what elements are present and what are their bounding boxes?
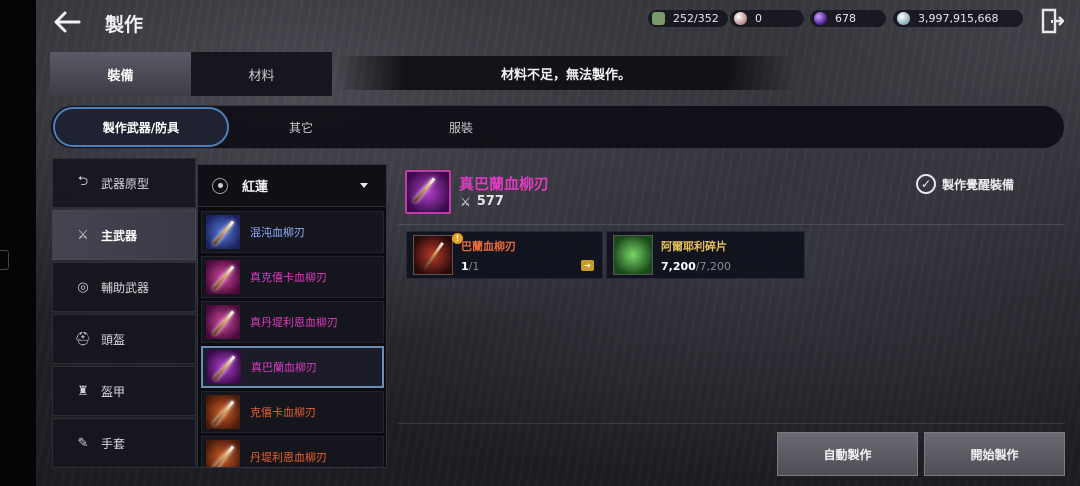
category-prototype[interactable]: ⮌ 武器原型 bbox=[52, 158, 196, 208]
material-thumbnail-icon: ! bbox=[413, 233, 463, 275]
item-name: 真丹堤利恩血柳刃 bbox=[250, 316, 338, 329]
material-name: 巴蘭血柳刃 bbox=[461, 239, 516, 253]
tab-material[interactable]: 材料 bbox=[191, 52, 332, 96]
check-circle-icon: ✓ bbox=[916, 174, 936, 194]
sub-weapon-icon: ◎ bbox=[77, 279, 89, 295]
weapon-thumbnail-icon bbox=[206, 395, 240, 429]
item-name: 真巴蘭血柳刃 bbox=[251, 361, 317, 374]
crystal-value: 678 bbox=[835, 12, 856, 25]
material-need: /1 bbox=[468, 259, 480, 273]
material-slot[interactable]: ! 巴蘭血柳刃 1/1 ➜ bbox=[406, 231, 603, 279]
list-item[interactable]: 混沌血柳刃 bbox=[201, 211, 384, 253]
category-sub-weapon[interactable]: ◎ 輔助武器 bbox=[52, 262, 196, 312]
inventory-icon bbox=[652, 12, 665, 25]
item-name: 丹堤利恩血柳刃 bbox=[250, 451, 327, 464]
helmet-icon: ⛑ bbox=[74, 331, 92, 347]
item-name: 克僖卡血柳刃 bbox=[250, 406, 316, 419]
exit-button[interactable] bbox=[1040, 8, 1065, 34]
back-button[interactable] bbox=[52, 10, 82, 34]
subtab-bar: 製作武器/防具 其它 服裝 bbox=[50, 105, 1065, 149]
selected-item-thumbnail-icon bbox=[405, 170, 451, 214]
inventory-counter: 252/352 bbox=[648, 10, 728, 27]
item-name: 真克僖卡血柳刃 bbox=[250, 271, 327, 284]
material-have: 1 bbox=[461, 259, 469, 273]
prototype-icon: ⮌ bbox=[77, 174, 89, 189]
grade-select-value: 紅蓮 bbox=[242, 180, 269, 195]
main-weapon-icon: ⚔ bbox=[77, 227, 89, 243]
radio-icon bbox=[212, 177, 228, 194]
list-item[interactable]: 真克僖卡血柳刃 bbox=[201, 256, 384, 298]
material-count: 1/1 bbox=[461, 260, 516, 273]
list-item[interactable]: 真丹堤利恩血柳刃 bbox=[201, 301, 384, 343]
weapon-thumbnail-icon bbox=[206, 440, 240, 467]
start-craft-button[interactable]: 開始製作 bbox=[924, 432, 1065, 476]
shortcut-icon[interactable]: ➜ bbox=[581, 260, 594, 271]
list-item[interactable]: 丹堤利恩血柳刃 bbox=[201, 436, 384, 467]
attack-power-value: 577 bbox=[476, 194, 504, 209]
category-main-weapon[interactable]: ⚔ 主武器 bbox=[52, 210, 196, 260]
divider bbox=[398, 423, 1065, 424]
category-label: 手套 bbox=[101, 436, 126, 451]
item-dropdown: 紅蓮 混沌血柳刃 真克僖卡血柳刃 真丹堤利恩血柳刃 真巴蘭血柳刃 克僖卡血柳刃 … bbox=[197, 164, 387, 468]
category-label: 武器原型 bbox=[101, 176, 150, 191]
category-helmet[interactable]: ⛑ 頭盔 bbox=[52, 314, 196, 364]
category-label: 輔助武器 bbox=[101, 280, 150, 295]
subtab-costume[interactable]: 服裝 bbox=[411, 106, 511, 148]
silver-value: 3,997,915,668 bbox=[918, 12, 999, 25]
material-thumbnail-icon bbox=[613, 235, 653, 275]
armor-icon: ♜ bbox=[77, 383, 89, 399]
attack-power: ⚔ 577 bbox=[460, 194, 504, 209]
pearl-icon bbox=[734, 12, 747, 25]
material-need: /7,200 bbox=[695, 259, 731, 273]
chevron-down-icon bbox=[360, 183, 368, 188]
purple-crystal-icon bbox=[814, 12, 827, 25]
pearl-value: 0 bbox=[755, 12, 762, 25]
subtab-other[interactable]: 其它 bbox=[251, 106, 351, 148]
device-button bbox=[0, 250, 9, 270]
material-slot[interactable]: 阿爾耶利碎片 7,200/7,200 bbox=[606, 231, 805, 279]
awaken-label: 製作覺醒裝備 bbox=[942, 177, 1015, 192]
category-list: ⮌ 武器原型 ⚔ 主武器 ◎ 輔助武器 ⛑ 頭盔 ♜ 盔甲 ✎ 手套 bbox=[50, 156, 202, 476]
category-armor[interactable]: ♜ 盔甲 bbox=[52, 366, 196, 416]
arrow-left-icon bbox=[54, 11, 81, 33]
notice-banner: 材料不足，無法製作。 bbox=[336, 56, 796, 90]
warning-icon: ! bbox=[452, 233, 463, 244]
list-item[interactable]: 克僖卡血柳刃 bbox=[201, 391, 384, 433]
weapon-thumbnail-icon bbox=[206, 215, 240, 249]
selected-item-name: 真巴蘭血柳刃 bbox=[459, 175, 550, 193]
subtab-weapon-armor[interactable]: 製作武器/防具 bbox=[53, 107, 229, 147]
material-count: 7,200/7,200 bbox=[661, 260, 731, 273]
silver-counter: 3,997,915,668 bbox=[893, 10, 1023, 27]
category-gloves[interactable]: ✎ 手套 bbox=[52, 418, 196, 468]
crossed-swords-icon: ⚔ bbox=[460, 194, 471, 209]
category-label: 主武器 bbox=[101, 228, 138, 243]
category-label: 盔甲 bbox=[101, 384, 126, 399]
silver-icon bbox=[897, 12, 910, 25]
inventory-value: 252/352 bbox=[673, 12, 719, 25]
exit-door-icon bbox=[1041, 8, 1065, 34]
pearl-counter: 0 bbox=[730, 10, 804, 27]
auto-craft-button[interactable]: 自動製作 bbox=[777, 432, 918, 476]
tab-equipment[interactable]: 裝備 bbox=[50, 52, 191, 96]
grade-select[interactable]: 紅蓮 bbox=[198, 165, 386, 207]
list-item-selected[interactable]: 真巴蘭血柳刃 bbox=[201, 346, 384, 388]
divider bbox=[398, 224, 1065, 225]
weapon-thumbnail-icon bbox=[207, 350, 241, 384]
crystal-counter: 678 bbox=[810, 10, 886, 27]
awaken-toggle[interactable]: ✓ 製作覺醒裝備 bbox=[916, 174, 1014, 194]
category-label: 頭盔 bbox=[101, 332, 126, 347]
item-name: 混沌血柳刃 bbox=[250, 226, 305, 239]
weapon-thumbnail-icon bbox=[206, 305, 240, 339]
material-name: 阿爾耶利碎片 bbox=[661, 239, 727, 253]
page-title: 製作 bbox=[105, 14, 144, 36]
material-have: 7,200 bbox=[661, 259, 696, 273]
device-edge bbox=[0, 0, 36, 486]
gloves-icon: ✎ bbox=[77, 435, 89, 451]
weapon-thumbnail-icon bbox=[206, 260, 240, 294]
